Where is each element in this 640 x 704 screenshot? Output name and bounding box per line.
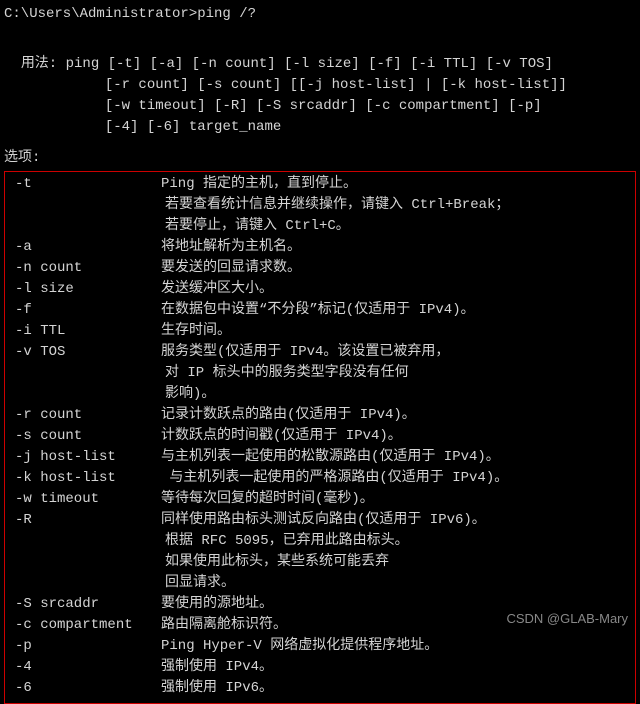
option-desc-cont: 回显请求。 — [11, 573, 629, 594]
option-flag: -6 — [11, 678, 161, 699]
option-row: -a将地址解析为主机名。 — [11, 237, 629, 258]
option-row: -pPing Hyper-V 网络虚拟化提供程序地址。 — [11, 636, 629, 657]
option-desc: 强制使用 IPv6。 — [161, 678, 629, 699]
option-flag: -v TOS — [11, 342, 161, 363]
option-desc-cont: 如果使用此标头，某些系统可能丢弃 — [11, 552, 629, 573]
option-desc: 记录计数跃点的路由(仅适用于 IPv4)。 — [161, 405, 629, 426]
option-flag: -w timeout — [11, 489, 161, 510]
option-desc-cont: 对 IP 标头中的服务类型字段没有任何 — [11, 363, 629, 384]
option-desc: 要发送的回显请求数。 — [161, 258, 629, 279]
watermark-text: CSDN @GLAB-Mary — [506, 609, 628, 629]
option-flag: -k host-list — [11, 468, 161, 489]
option-flag: -l size — [11, 279, 161, 300]
option-flag: -r count — [11, 405, 161, 426]
option-desc-cont: 若要查看统计信息并继续操作，请键入 Ctrl+Break； — [11, 195, 629, 216]
option-flag: -c compartment — [11, 615, 161, 636]
option-flag: -a — [11, 237, 161, 258]
option-row: -f在数据包中设置“不分段”标记(仅适用于 IPv4)。 — [11, 300, 629, 321]
usage-label: 用法: — [21, 56, 57, 72]
option-row: -4强制使用 IPv4。 — [11, 657, 629, 678]
option-row: -j host-list与主机列表一起使用的松散源路由(仅适用于 IPv4)。 — [11, 447, 629, 468]
option-desc: 与主机列表一起使用的松散源路由(仅适用于 IPv4)。 — [161, 447, 629, 468]
option-flag: -S srcaddr — [11, 594, 161, 615]
option-row: -k host-list 与主机列表一起使用的严格源路由(仅适用于 IPv4)。 — [11, 468, 629, 489]
option-desc: 在数据包中设置“不分段”标记(仅适用于 IPv4)。 — [161, 300, 629, 321]
option-desc: 服务类型(仅适用于 IPv4。该设置已被弃用， — [161, 342, 629, 363]
option-flag: -t — [11, 174, 161, 195]
option-row: -l size发送缓冲区大小。 — [11, 279, 629, 300]
option-desc-cont: 若要停止，请键入 Ctrl+C。 — [11, 216, 629, 237]
option-row: -R同样使用路由标头测试反向路由(仅适用于 IPv6)。 — [11, 510, 629, 531]
command-prompt: C:\Users\Administrator>ping /? — [4, 4, 636, 25]
option-flag: -R — [11, 510, 161, 531]
option-flag: -s count — [11, 426, 161, 447]
option-desc: 强制使用 IPv4。 — [161, 657, 629, 678]
usage-line-2: [-w timeout] [-R] [-S srcaddr] [-c compa… — [63, 98, 542, 114]
usage-line-3: [-4] [-6] target_name — [63, 119, 281, 135]
option-flag: -p — [11, 636, 161, 657]
option-flag: -j host-list — [11, 447, 161, 468]
usage-line-1: [-r count] [-s count] [[-j host-list] | … — [63, 77, 567, 93]
option-desc: 生存时间。 — [161, 321, 629, 342]
option-row: -w timeout等待每次回复的超时时间(毫秒)。 — [11, 489, 629, 510]
option-desc: 等待每次回复的超时时间(毫秒)。 — [161, 489, 629, 510]
option-desc: Ping 指定的主机，直到停止。 — [161, 174, 629, 195]
option-row: -r count记录计数跃点的路由(仅适用于 IPv4)。 — [11, 405, 629, 426]
option-desc: 与主机列表一起使用的严格源路由(仅适用于 IPv4)。 — [161, 468, 629, 489]
option-desc-cont: 影响)。 — [11, 384, 629, 405]
option-row: -n count要发送的回显请求数。 — [11, 258, 629, 279]
option-row: -6强制使用 IPv6。 — [11, 678, 629, 699]
option-row: -v TOS服务类型(仅适用于 IPv4。该设置已被弃用， — [11, 342, 629, 363]
usage-line-0: ping [-t] [-a] [-n count] [-l size] [-f]… — [66, 56, 553, 72]
option-desc: 发送缓冲区大小。 — [161, 279, 629, 300]
option-row: -tPing 指定的主机，直到停止。 — [11, 174, 629, 195]
option-desc: 将地址解析为主机名。 — [161, 237, 629, 258]
option-desc: 计数跃点的时间戳(仅适用于 IPv4)。 — [161, 426, 629, 447]
option-row: -i TTL生存时间。 — [11, 321, 629, 342]
option-row: -s count计数跃点的时间戳(仅适用于 IPv4)。 — [11, 426, 629, 447]
option-flag: -f — [11, 300, 161, 321]
option-flag: -i TTL — [11, 321, 161, 342]
option-flag: -n count — [11, 258, 161, 279]
option-desc-cont: 根据 RFC 5095，已弃用此路由标头。 — [11, 531, 629, 552]
option-desc: 同样使用路由标头测试反向路由(仅适用于 IPv6)。 — [161, 510, 629, 531]
option-desc: Ping Hyper-V 网络虚拟化提供程序地址。 — [161, 636, 629, 657]
option-flag: -4 — [11, 657, 161, 678]
usage-block: 用法: ping [-t] [-a] [-n count] [-l size] … — [4, 33, 636, 138]
options-label: 选项: — [4, 148, 636, 169]
